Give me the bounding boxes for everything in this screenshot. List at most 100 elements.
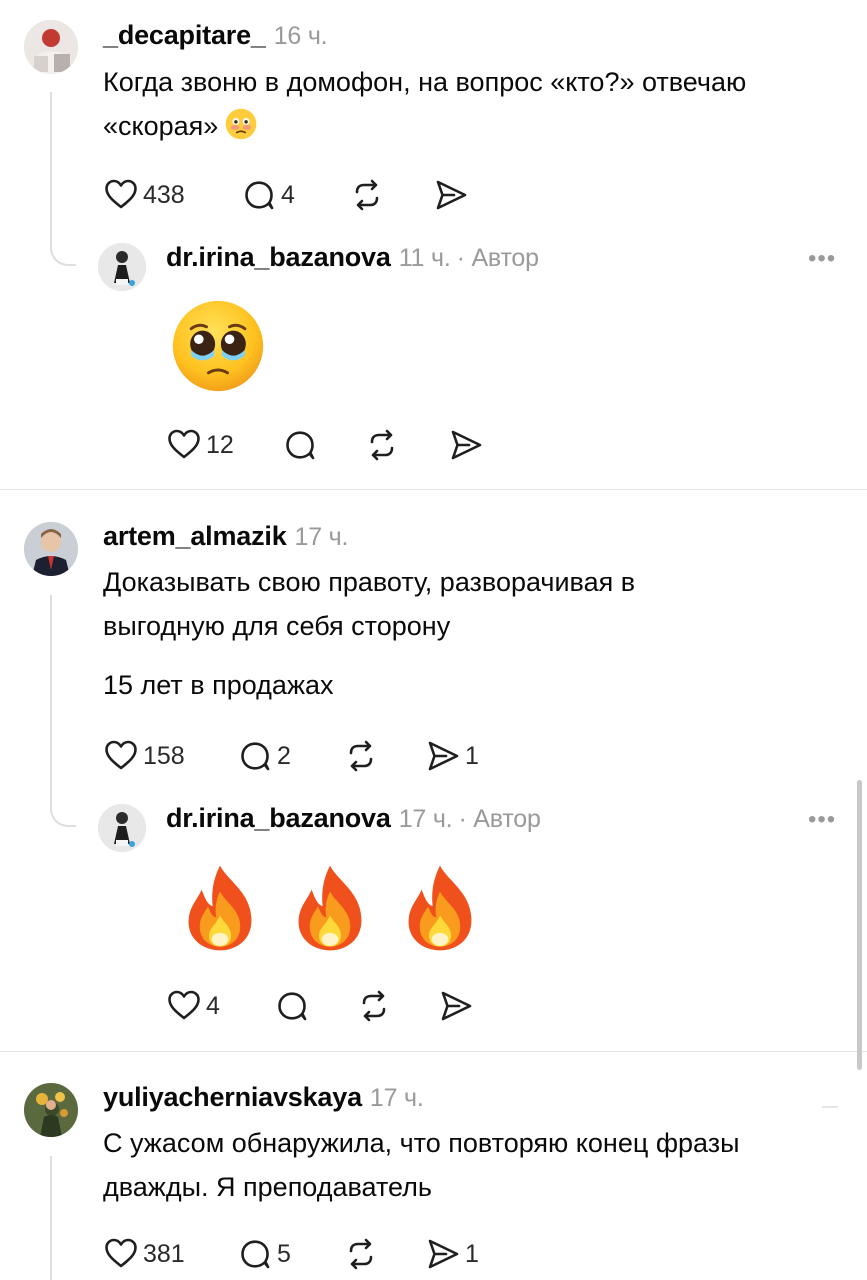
like-count: 438 <box>143 180 185 209</box>
comment-line: «скорая» <box>103 111 219 141</box>
comment-icon <box>274 988 310 1024</box>
repost-icon <box>343 738 379 774</box>
share-button[interactable]: 1 <box>425 1234 479 1274</box>
send-icon <box>433 177 469 213</box>
comment-line: дважды. Я преподаватель <box>103 1172 432 1202</box>
reply-time: 11 ч. <box>398 244 451 272</box>
repost-button[interactable] <box>343 736 379 776</box>
like-button[interactable]: 4 <box>166 986 220 1026</box>
share-count: 1 <box>465 741 479 770</box>
reply-count: 4 <box>281 180 295 209</box>
like-button[interactable]: 438 <box>103 175 185 215</box>
reply-button[interactable] <box>282 425 318 465</box>
repost-icon <box>349 177 385 213</box>
comment-text: Когда звоню в домофон, на вопрос «кто?» … <box>103 60 746 148</box>
avatar[interactable] <box>98 804 146 852</box>
action-bar: 438 4 <box>103 175 503 215</box>
share-button[interactable] <box>433 175 469 215</box>
username-text[interactable]: artem_almazik <box>103 521 287 551</box>
thread-connector <box>50 240 76 266</box>
fire-emoji-icon <box>394 858 486 958</box>
comment-icon <box>237 1236 273 1272</box>
repost-icon <box>343 1236 379 1272</box>
fire-emoji-icon <box>174 858 266 958</box>
share-button[interactable]: 1 <box>425 736 479 776</box>
avatar[interactable] <box>24 20 78 74</box>
comment-line: выгодную для себя сторону <box>103 611 451 641</box>
author-tag: · Автор <box>456 244 539 272</box>
reply-username[interactable]: dr.irina_bazanova 11 ч. · Автор <box>166 242 539 273</box>
scrollbar[interactable] <box>857 780 862 1070</box>
comment-time: 17 ч. <box>294 523 349 551</box>
action-bar: 12 <box>166 425 496 465</box>
heart-icon <box>103 738 139 774</box>
comment-username[interactable]: yuliyacherniavskaya 17 ч. <box>103 1082 424 1113</box>
reply-count: 2 <box>277 741 291 770</box>
share-count: 1 <box>465 1239 479 1268</box>
username-text[interactable]: yuliyacherniavskaya <box>103 1082 362 1112</box>
reply-time: 17 ч. <box>398 805 453 833</box>
thread-divider <box>0 1051 867 1052</box>
comment-text: С ужасом обнаружила, что повторяю конец … <box>103 1121 740 1209</box>
avatar[interactable] <box>98 243 146 291</box>
reply-button[interactable]: 2 <box>237 736 291 776</box>
username-text[interactable]: _decapitare_ <box>103 20 266 50</box>
avatar[interactable] <box>24 522 78 576</box>
comment-icon <box>282 427 318 463</box>
send-icon <box>438 988 474 1024</box>
avatar[interactable] <box>24 1083 78 1137</box>
comment-line-with-emoji: «скорая» <box>103 104 746 148</box>
reply-button[interactable]: 5 <box>237 1234 291 1274</box>
reply-username[interactable]: dr.irina_bazanova 17 ч. · Автор <box>166 803 541 834</box>
share-button[interactable] <box>448 425 484 465</box>
comment-username[interactable]: _decapitare_ 16 ч. <box>103 20 328 51</box>
like-count: 4 <box>206 991 220 1020</box>
heart-icon <box>166 427 202 463</box>
like-count: 381 <box>143 1239 185 1268</box>
reply-button[interactable] <box>274 986 310 1026</box>
username-text[interactable]: dr.irina_bazanova <box>166 242 391 272</box>
comment-text: Доказывать свою правоту, разворачивая в … <box>103 560 635 648</box>
send-icon <box>425 738 461 774</box>
like-count: 12 <box>206 430 234 459</box>
like-button[interactable]: 381 <box>103 1234 185 1274</box>
action-bar: 381 5 1 <box>103 1234 523 1274</box>
fire-emoji-icon <box>284 858 376 958</box>
reply-button[interactable]: 4 <box>241 175 295 215</box>
more-options-icon[interactable]: ••• <box>808 806 836 834</box>
flushed-face-emoji-icon <box>226 108 257 140</box>
username-text[interactable]: dr.irina_bazanova <box>166 803 391 833</box>
like-button[interactable]: 158 <box>103 736 185 776</box>
comment-line: С ужасом обнаружила, что повторяю конец … <box>103 1128 740 1158</box>
send-icon <box>425 1236 461 1272</box>
repost-button[interactable] <box>349 175 385 215</box>
comment-time: 16 ч. <box>273 22 328 50</box>
send-icon <box>448 427 484 463</box>
like-count: 158 <box>143 741 185 770</box>
more-options-icon[interactable]: ••• <box>808 245 836 273</box>
pleading-face-emoji-icon <box>172 300 264 392</box>
repost-icon <box>356 988 392 1024</box>
repost-button[interactable] <box>364 425 400 465</box>
comment-line: Доказывать свою правоту, разворачивая в <box>103 567 636 597</box>
comment-icon <box>237 738 273 774</box>
reply-count: 5 <box>277 1239 291 1268</box>
thread-divider <box>0 489 867 490</box>
share-button[interactable] <box>438 986 474 1026</box>
action-bar: 4 <box>166 986 496 1026</box>
repost-icon <box>364 427 400 463</box>
comment-icon <box>241 177 277 213</box>
thread-line <box>50 1156 52 1280</box>
repost-button[interactable] <box>343 1234 379 1274</box>
more-options-icon[interactable] <box>822 1106 838 1108</box>
thread-line <box>50 92 52 242</box>
comment-text-paragraph: 15 лет в продажах <box>103 670 334 700</box>
thread-connector <box>50 801 76 827</box>
comment-username[interactable]: artem_almazik 17 ч. <box>103 521 348 552</box>
like-button[interactable]: 12 <box>166 425 234 465</box>
heart-icon <box>103 1236 139 1272</box>
repost-button[interactable] <box>356 986 392 1026</box>
action-bar: 158 2 1 <box>103 736 523 776</box>
author-tag: · Автор <box>458 805 541 833</box>
comment-line: Когда звоню в домофон, на вопрос «кто?» … <box>103 67 747 97</box>
